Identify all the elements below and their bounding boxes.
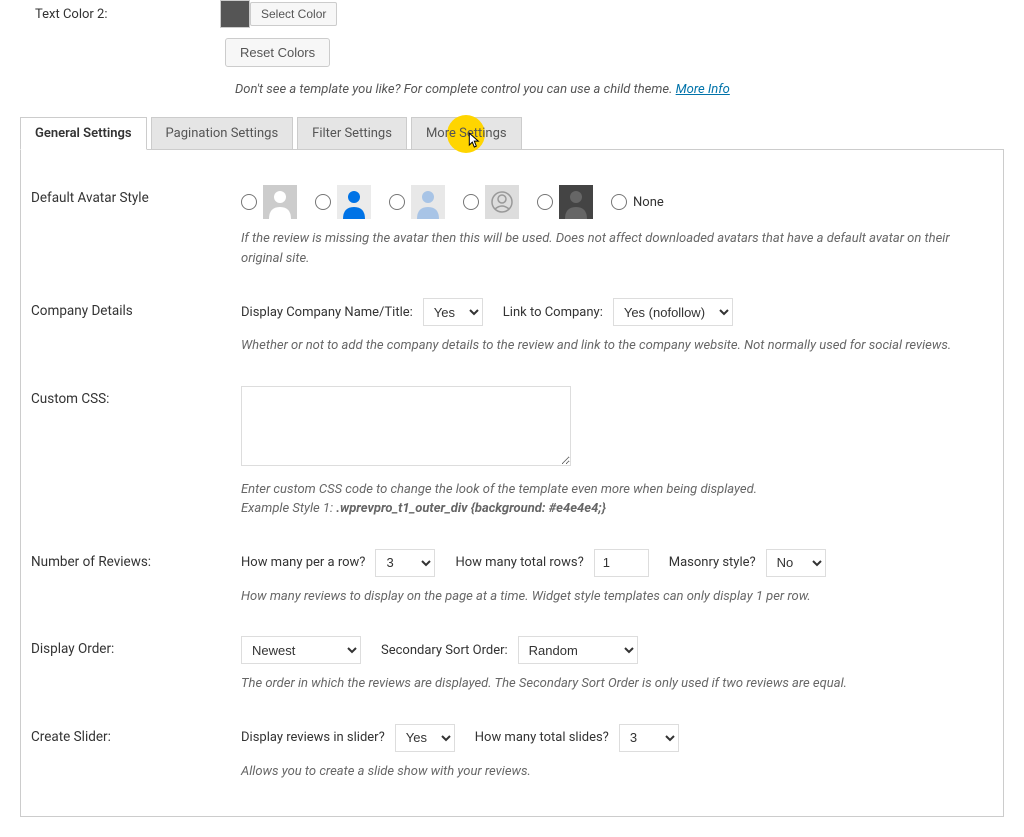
avatar-option-5[interactable]: [537, 185, 593, 219]
total-rows-input[interactable]: [594, 549, 649, 577]
tab-pagination-settings[interactable]: Pagination Settings: [151, 117, 294, 149]
cursor-icon: [464, 131, 482, 157]
avatar-option-2[interactable]: [315, 185, 371, 219]
text-color-2-swatch[interactable]: [220, 0, 250, 28]
more-info-link[interactable]: More Info: [676, 82, 730, 97]
link-company-select[interactable]: Yes (nofollow): [613, 298, 733, 326]
avatar-icon-4: [485, 185, 519, 219]
per-row-select[interactable]: 3: [375, 549, 435, 577]
company-description: Whether or not to add the company detail…: [241, 336, 983, 356]
total-rows-label: How many total rows?: [455, 555, 583, 570]
display-company-select[interactable]: Yes: [423, 298, 483, 326]
avatar-none-label: None: [633, 195, 664, 210]
settings-tabs: General Settings Pagination Settings Fil…: [20, 117, 1024, 149]
tab-general-settings[interactable]: General Settings: [20, 117, 147, 150]
slider-display-label: Display reviews in slider?: [241, 730, 385, 745]
avatar-option-1[interactable]: [241, 185, 297, 219]
create-slider-heading: Create Slider:: [31, 709, 231, 797]
company-details-heading: Company Details: [31, 283, 231, 371]
tab-filter-settings[interactable]: Filter Settings: [297, 117, 407, 149]
avatar-radio-2[interactable]: [315, 194, 331, 210]
tab-content: Default Avatar Style: [20, 149, 1004, 817]
tab-more-settings[interactable]: More Settings: [411, 117, 522, 149]
custom-css-textarea[interactable]: [241, 386, 571, 466]
masonry-select[interactable]: No: [766, 549, 826, 577]
template-note: Don't see a template you like? For compl…: [235, 82, 994, 97]
avatar-icon-5: [559, 185, 593, 219]
slider-display-select[interactable]: Yes: [395, 724, 455, 752]
number-reviews-description: How many reviews to display on the page …: [241, 587, 983, 607]
display-order-heading: Display Order:: [31, 621, 231, 709]
slider-total-select[interactable]: 3: [619, 724, 679, 752]
avatar-radio-5[interactable]: [537, 194, 553, 210]
avatar-description: If the review is missing the avatar then…: [241, 229, 983, 268]
text-color-2-label: Text Color 2:: [30, 7, 220, 22]
reset-colors-button[interactable]: Reset Colors: [225, 38, 330, 67]
masonry-label: Masonry style?: [669, 555, 756, 570]
secondary-sort-select[interactable]: Random: [518, 636, 638, 664]
avatar-option-4[interactable]: [463, 185, 519, 219]
primary-sort-select[interactable]: Newest: [241, 636, 361, 664]
select-color-button[interactable]: Select Color: [250, 2, 337, 26]
secondary-sort-label: Secondary Sort Order:: [381, 643, 508, 658]
per-row-label: How many per a row?: [241, 555, 365, 570]
avatar-option-none[interactable]: None: [611, 194, 664, 210]
avatar-radio-none[interactable]: [611, 194, 627, 210]
avatar-icon-2: [337, 185, 371, 219]
custom-css-heading: Custom CSS:: [31, 371, 231, 534]
avatar-option-3[interactable]: [389, 185, 445, 219]
avatar-radio-1[interactable]: [241, 194, 257, 210]
custom-css-description: Enter custom CSS code to change the look…: [241, 480, 983, 519]
display-order-description: The order in which the reviews are displ…: [241, 674, 983, 694]
avatar-radio-3[interactable]: [389, 194, 405, 210]
avatar-radio-4[interactable]: [463, 194, 479, 210]
number-reviews-heading: Number of Reviews:: [31, 534, 231, 622]
avatar-icon-3: [411, 185, 445, 219]
display-company-label: Display Company Name/Title:: [241, 305, 413, 320]
link-company-label: Link to Company:: [503, 305, 603, 320]
create-slider-description: Allows you to create a slide show with y…: [241, 762, 983, 782]
slider-total-label: How many total slides?: [475, 730, 609, 745]
avatar-icon-1: [263, 185, 297, 219]
default-avatar-heading: Default Avatar Style: [31, 170, 231, 283]
